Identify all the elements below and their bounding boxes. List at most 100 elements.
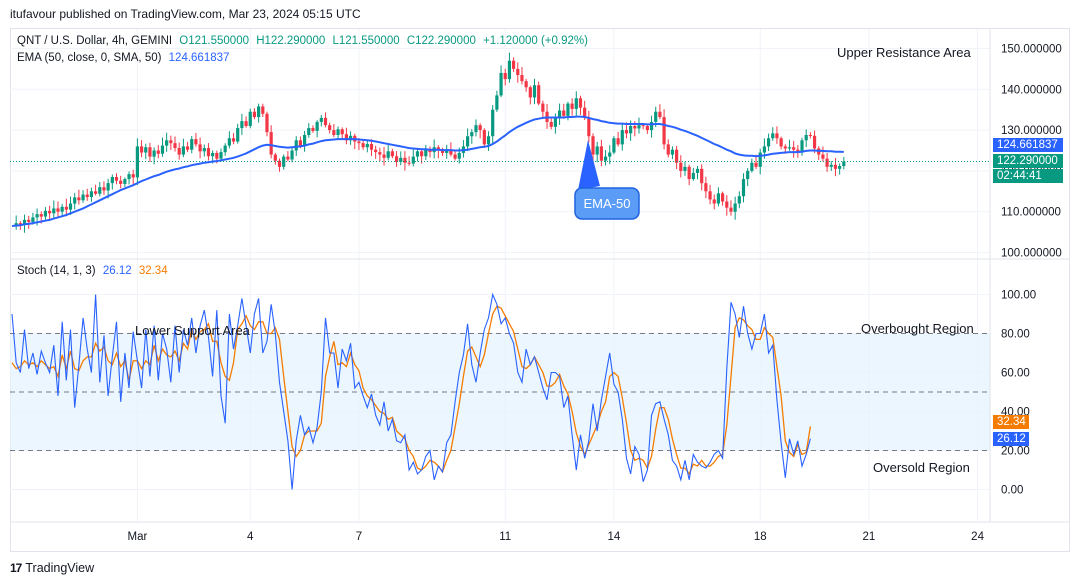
candle-body bbox=[524, 81, 528, 88]
candle-body bbox=[821, 154, 825, 159]
candle-body bbox=[587, 117, 591, 137]
candle-body bbox=[48, 210, 52, 214]
high-value: H122.290000 bbox=[256, 35, 326, 47]
candle-body bbox=[649, 121, 654, 131]
candle-body bbox=[31, 217, 35, 222]
candle-body bbox=[566, 103, 570, 116]
change-value: +1.120000 (+0.92%) bbox=[483, 35, 588, 47]
candle-body bbox=[453, 154, 457, 159]
tradingview-logo-icon: 17 bbox=[10, 561, 22, 575]
candle-body bbox=[608, 152, 612, 157]
candle-body bbox=[570, 103, 574, 109]
candle-body bbox=[52, 208, 56, 214]
candle-body bbox=[787, 147, 792, 149]
candle-body bbox=[273, 154, 277, 161]
open-value: O121.550000 bbox=[179, 35, 249, 47]
candle-body bbox=[574, 98, 578, 109]
candle-body bbox=[783, 146, 787, 149]
candle-body bbox=[829, 164, 833, 167]
countdown-tag: 02:44:41 bbox=[993, 169, 1063, 183]
stoch-tick-label: 20.00 bbox=[1001, 446, 1030, 458]
candle-body bbox=[265, 113, 269, 133]
candle-body bbox=[499, 72, 503, 96]
candle-body bbox=[812, 135, 817, 149]
candle-body bbox=[240, 121, 244, 129]
candle-body bbox=[382, 154, 386, 158]
x-axis: Mar 4 7 11 14 18 21 24 bbox=[127, 531, 984, 543]
candle-body bbox=[215, 152, 219, 159]
candle-body bbox=[311, 128, 315, 131]
candle-body bbox=[261, 106, 265, 114]
candle-body bbox=[56, 208, 60, 212]
close-value: C122.290000 bbox=[406, 35, 476, 47]
footer: 17 TradingView bbox=[10, 561, 94, 575]
candle-body bbox=[603, 156, 608, 161]
candle-body bbox=[495, 95, 499, 110]
candle-body bbox=[700, 168, 704, 184]
candle-body bbox=[328, 125, 332, 131]
tradingview-brand[interactable]: TradingView bbox=[25, 561, 94, 575]
candle-body bbox=[553, 117, 557, 127]
candle-body bbox=[683, 166, 687, 171]
time-tick-label: 7 bbox=[356, 531, 362, 543]
time-tick-label: 24 bbox=[971, 531, 984, 543]
candle-body bbox=[85, 194, 89, 198]
low-value: L121.550000 bbox=[332, 35, 400, 47]
candle-body bbox=[60, 206, 64, 212]
candle-body bbox=[716, 193, 721, 204]
candle-body bbox=[152, 150, 156, 157]
stoch-k-value: 26.12 bbox=[102, 265, 132, 277]
candle-body bbox=[591, 136, 595, 155]
candle-body bbox=[39, 214, 43, 217]
candle-body bbox=[332, 130, 336, 135]
candle-body bbox=[629, 126, 633, 134]
candle-body bbox=[491, 109, 495, 137]
candle-body bbox=[599, 146, 603, 161]
candle-body bbox=[654, 111, 658, 122]
candle-body bbox=[721, 193, 725, 202]
candle-body bbox=[729, 207, 733, 212]
candle-body bbox=[181, 146, 185, 155]
candle-body bbox=[257, 106, 261, 118]
candle-body bbox=[206, 148, 211, 157]
ema-legend-value: 124.661837 bbox=[168, 52, 230, 64]
upper-resistance-label: Upper Resistance Area bbox=[837, 45, 971, 60]
candle-body bbox=[307, 128, 311, 135]
candle-body bbox=[173, 143, 177, 149]
overbought-label: Overbought Region bbox=[861, 321, 974, 336]
stoch-tick-label: 60.00 bbox=[1001, 368, 1030, 380]
price-tick-label: 110.000000 bbox=[1001, 207, 1061, 219]
candle-body bbox=[424, 149, 428, 157]
time-tick-label: 4 bbox=[247, 531, 254, 543]
price-legend: QNT / U.S. Dollar, 4h, GEMINI O121.55000… bbox=[17, 35, 592, 47]
candle-body bbox=[35, 214, 39, 218]
lower-support-label: Lower Support Area bbox=[135, 323, 250, 338]
time-tick-label: 14 bbox=[608, 531, 621, 543]
candle-body bbox=[323, 117, 328, 126]
chart-canvas[interactable]: 150.000000140.000000130.000000120.000000… bbox=[0, 0, 1080, 586]
candle-body bbox=[269, 132, 273, 155]
candle-body bbox=[357, 141, 361, 144]
candle-body bbox=[595, 146, 599, 155]
candle-body bbox=[507, 60, 512, 80]
candle-body bbox=[658, 111, 662, 118]
stoch-d-tag: 32.34 bbox=[993, 415, 1029, 429]
candle-body bbox=[666, 144, 670, 155]
candle-body bbox=[219, 152, 223, 159]
candle-body bbox=[457, 152, 461, 159]
candle-body bbox=[98, 187, 102, 194]
candle-body bbox=[286, 156, 290, 160]
ema-price-tag: 124.661837 bbox=[993, 138, 1063, 152]
candle-body bbox=[369, 143, 374, 150]
candle-body bbox=[202, 148, 206, 152]
candle-body bbox=[641, 125, 645, 127]
candle-body bbox=[303, 134, 307, 146]
candle-body bbox=[516, 68, 520, 76]
candle-body bbox=[482, 130, 486, 145]
stoch-band bbox=[10, 333, 990, 451]
candle-body bbox=[779, 138, 783, 147]
candle-body bbox=[231, 138, 236, 142]
candle-body bbox=[687, 166, 691, 180]
stoch-tick-label: 0.00 bbox=[1001, 485, 1023, 497]
candle-body bbox=[541, 103, 545, 112]
